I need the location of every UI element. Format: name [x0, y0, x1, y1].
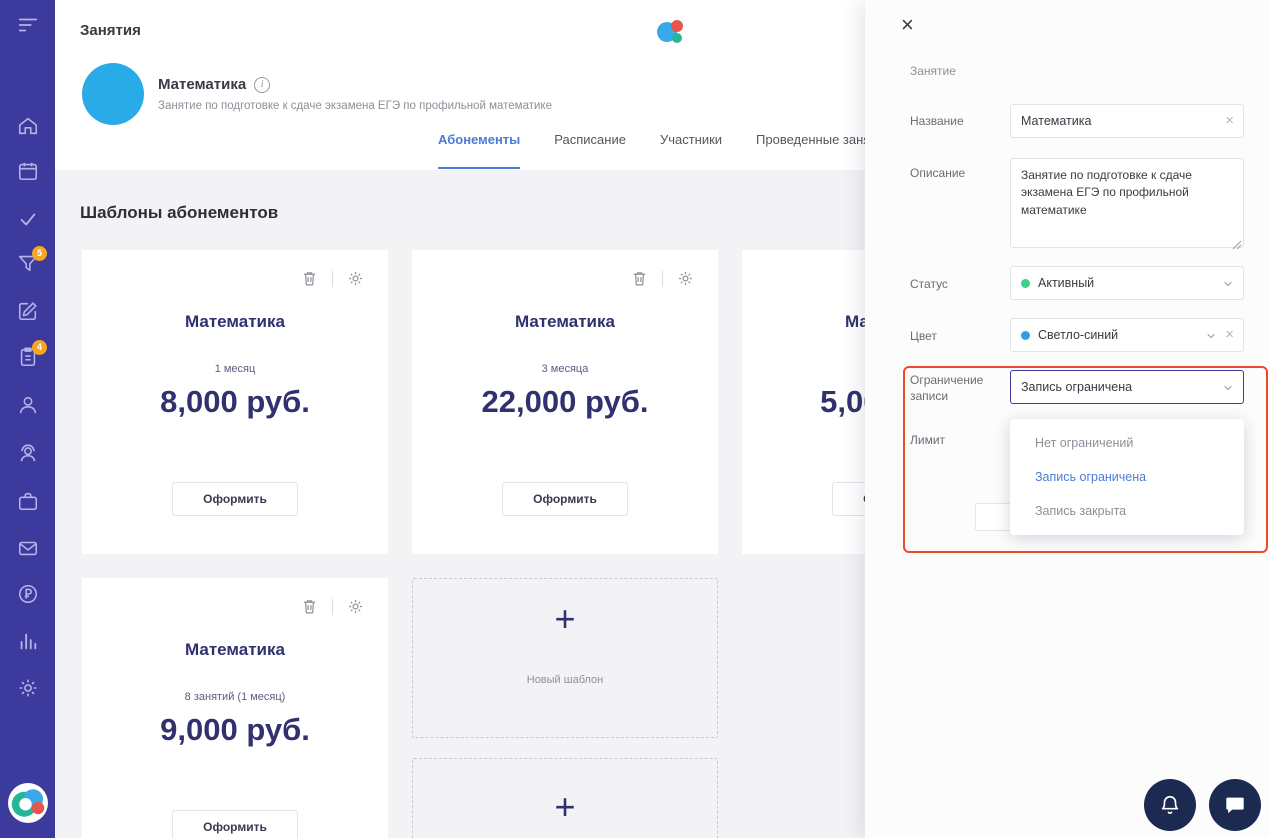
list-badge: 4: [32, 340, 47, 355]
tab-schedule[interactable]: Расписание: [554, 132, 626, 169]
status-label: Статус: [910, 277, 948, 291]
delete-icon[interactable]: [631, 270, 648, 287]
name-label: Название: [910, 114, 964, 128]
filter-badge: 5: [32, 246, 47, 261]
card-settings-icon[interactable]: [347, 598, 364, 615]
tab-bar: Абонементы Расписание Участники Проведен…: [438, 132, 891, 169]
status-value: Активный: [1038, 276, 1095, 290]
brand-logo: [655, 16, 687, 48]
new-template-card[interactable]: + Новый шаблон: [412, 578, 718, 738]
checkout-button[interactable]: Оформить: [502, 482, 628, 516]
card-period: 3 месяца: [541, 363, 589, 375]
icon-divider: [662, 270, 663, 287]
lesson-avatar: [82, 63, 144, 125]
card-period: 8 занятий (1 месяц): [184, 691, 286, 703]
settings-icon[interactable]: [17, 677, 39, 699]
app-logo[interactable]: [8, 783, 48, 823]
notifications-fab[interactable]: [1144, 779, 1196, 831]
restriction-value: Запись ограничена: [1021, 380, 1133, 394]
dropdown-option-closed[interactable]: Запись закрыта: [1010, 494, 1244, 528]
status-dot-green: [1021, 278, 1030, 288]
home-icon[interactable]: [17, 115, 39, 137]
card-settings-icon[interactable]: [347, 270, 364, 287]
lesson-subtitle: Занятие по подготовке к сдаче экзамена Е…: [158, 100, 552, 112]
subscription-card: Математика 8 занятий (1 месяц) 9,000 руб…: [82, 578, 388, 838]
card-price: 22,000 руб.: [481, 384, 649, 419]
card-settings-icon[interactable]: [677, 270, 694, 287]
color-select[interactable]: Светло-синий ×: [1010, 318, 1244, 352]
chevron-down-icon: [1222, 382, 1234, 394]
description-textarea[interactable]: Занятие по подготовке к сдаче экзамена Е…: [1010, 158, 1244, 248]
edit-icon[interactable]: [17, 300, 39, 322]
plus-icon: +: [554, 786, 576, 827]
chevron-down-icon: [1222, 278, 1234, 290]
card-title: Математика: [185, 312, 285, 331]
restriction-label: Ограничение записи: [910, 373, 984, 403]
menu-icon[interactable]: [17, 14, 39, 36]
page-title: Занятия: [80, 22, 141, 39]
app-root: 5 4 Занятия Математика i Занятие по подг…: [0, 0, 1270, 838]
new-template-label: Новый шаблон: [526, 674, 604, 686]
color-dot-blue: [1021, 330, 1030, 340]
chat-icon: [1226, 797, 1244, 814]
tab-subscriptions[interactable]: Абонементы: [438, 132, 521, 169]
dropdown-option-limited[interactable]: Запись ограничена: [1010, 460, 1244, 494]
chat-fab[interactable]: [1209, 779, 1261, 831]
icon-divider: [332, 598, 333, 615]
lesson-title: Математика: [158, 76, 247, 93]
limit-label: Лимит: [910, 433, 946, 447]
sidebar: 5 4: [0, 0, 55, 838]
support-icon[interactable]: [17, 442, 39, 464]
payments-icon[interactable]: [17, 583, 39, 605]
clear-name-icon[interactable]: ×: [1225, 113, 1234, 128]
plus-icon: +: [554, 598, 576, 639]
chevron-down-icon: [1205, 330, 1217, 342]
chart-icon[interactable]: [17, 630, 39, 652]
checkout-button[interactable]: Оформить: [172, 810, 298, 838]
icon-divider: [332, 270, 333, 287]
restriction-select[interactable]: Запись ограничена: [1010, 370, 1244, 404]
filter-icon[interactable]: 5: [17, 246, 47, 274]
name-field-wrap: ×: [1010, 104, 1244, 138]
card-price: 9,000 руб.: [160, 712, 310, 747]
card-title: Математика: [515, 312, 615, 331]
close-icon[interactable]: ×: [901, 14, 914, 36]
mail-icon[interactable]: [17, 537, 39, 559]
briefcase-icon[interactable]: [17, 490, 39, 512]
checkout-button[interactable]: Оформить: [172, 482, 298, 516]
color-label: Цвет: [910, 329, 937, 343]
check-icon[interactable]: [17, 208, 39, 230]
delete-icon[interactable]: [301, 598, 318, 615]
card-period: 1 месяц: [214, 363, 256, 375]
clear-color-icon[interactable]: ×: [1225, 327, 1234, 342]
color-value: Светло-синий: [1038, 328, 1119, 342]
list-icon[interactable]: 4: [17, 340, 47, 368]
calendar-icon[interactable]: [17, 160, 39, 182]
delete-icon[interactable]: [301, 270, 318, 287]
subscription-card: Математика 3 месяца 22,000 руб. Оформить: [412, 250, 718, 554]
info-icon[interactable]: i: [254, 76, 271, 93]
card-title: Математика: [185, 640, 285, 659]
new-template-card[interactable]: +: [412, 758, 718, 838]
drawer-title: Занятие: [910, 64, 956, 78]
bell-icon: [1161, 796, 1179, 814]
dropdown-option-no-limits[interactable]: Нет ограничений: [1010, 426, 1244, 460]
description-label: Описание: [910, 166, 966, 180]
status-select[interactable]: Активный: [1010, 266, 1244, 300]
restriction-dropdown: Нет ограничений Запись ограничена Запись…: [1010, 419, 1244, 535]
name-input[interactable]: [1011, 105, 1243, 137]
edit-lesson-drawer: × Занятие Название × Описание Занятие по…: [865, 0, 1270, 838]
person-icon[interactable]: [17, 394, 39, 416]
section-title: Шаблоны абонементов: [80, 203, 279, 222]
tab-participants[interactable]: Участники: [660, 132, 722, 169]
subscription-card: Математика 1 месяц 8,000 руб. Оформить: [82, 250, 388, 554]
card-price: 8,000 руб.: [160, 384, 310, 419]
